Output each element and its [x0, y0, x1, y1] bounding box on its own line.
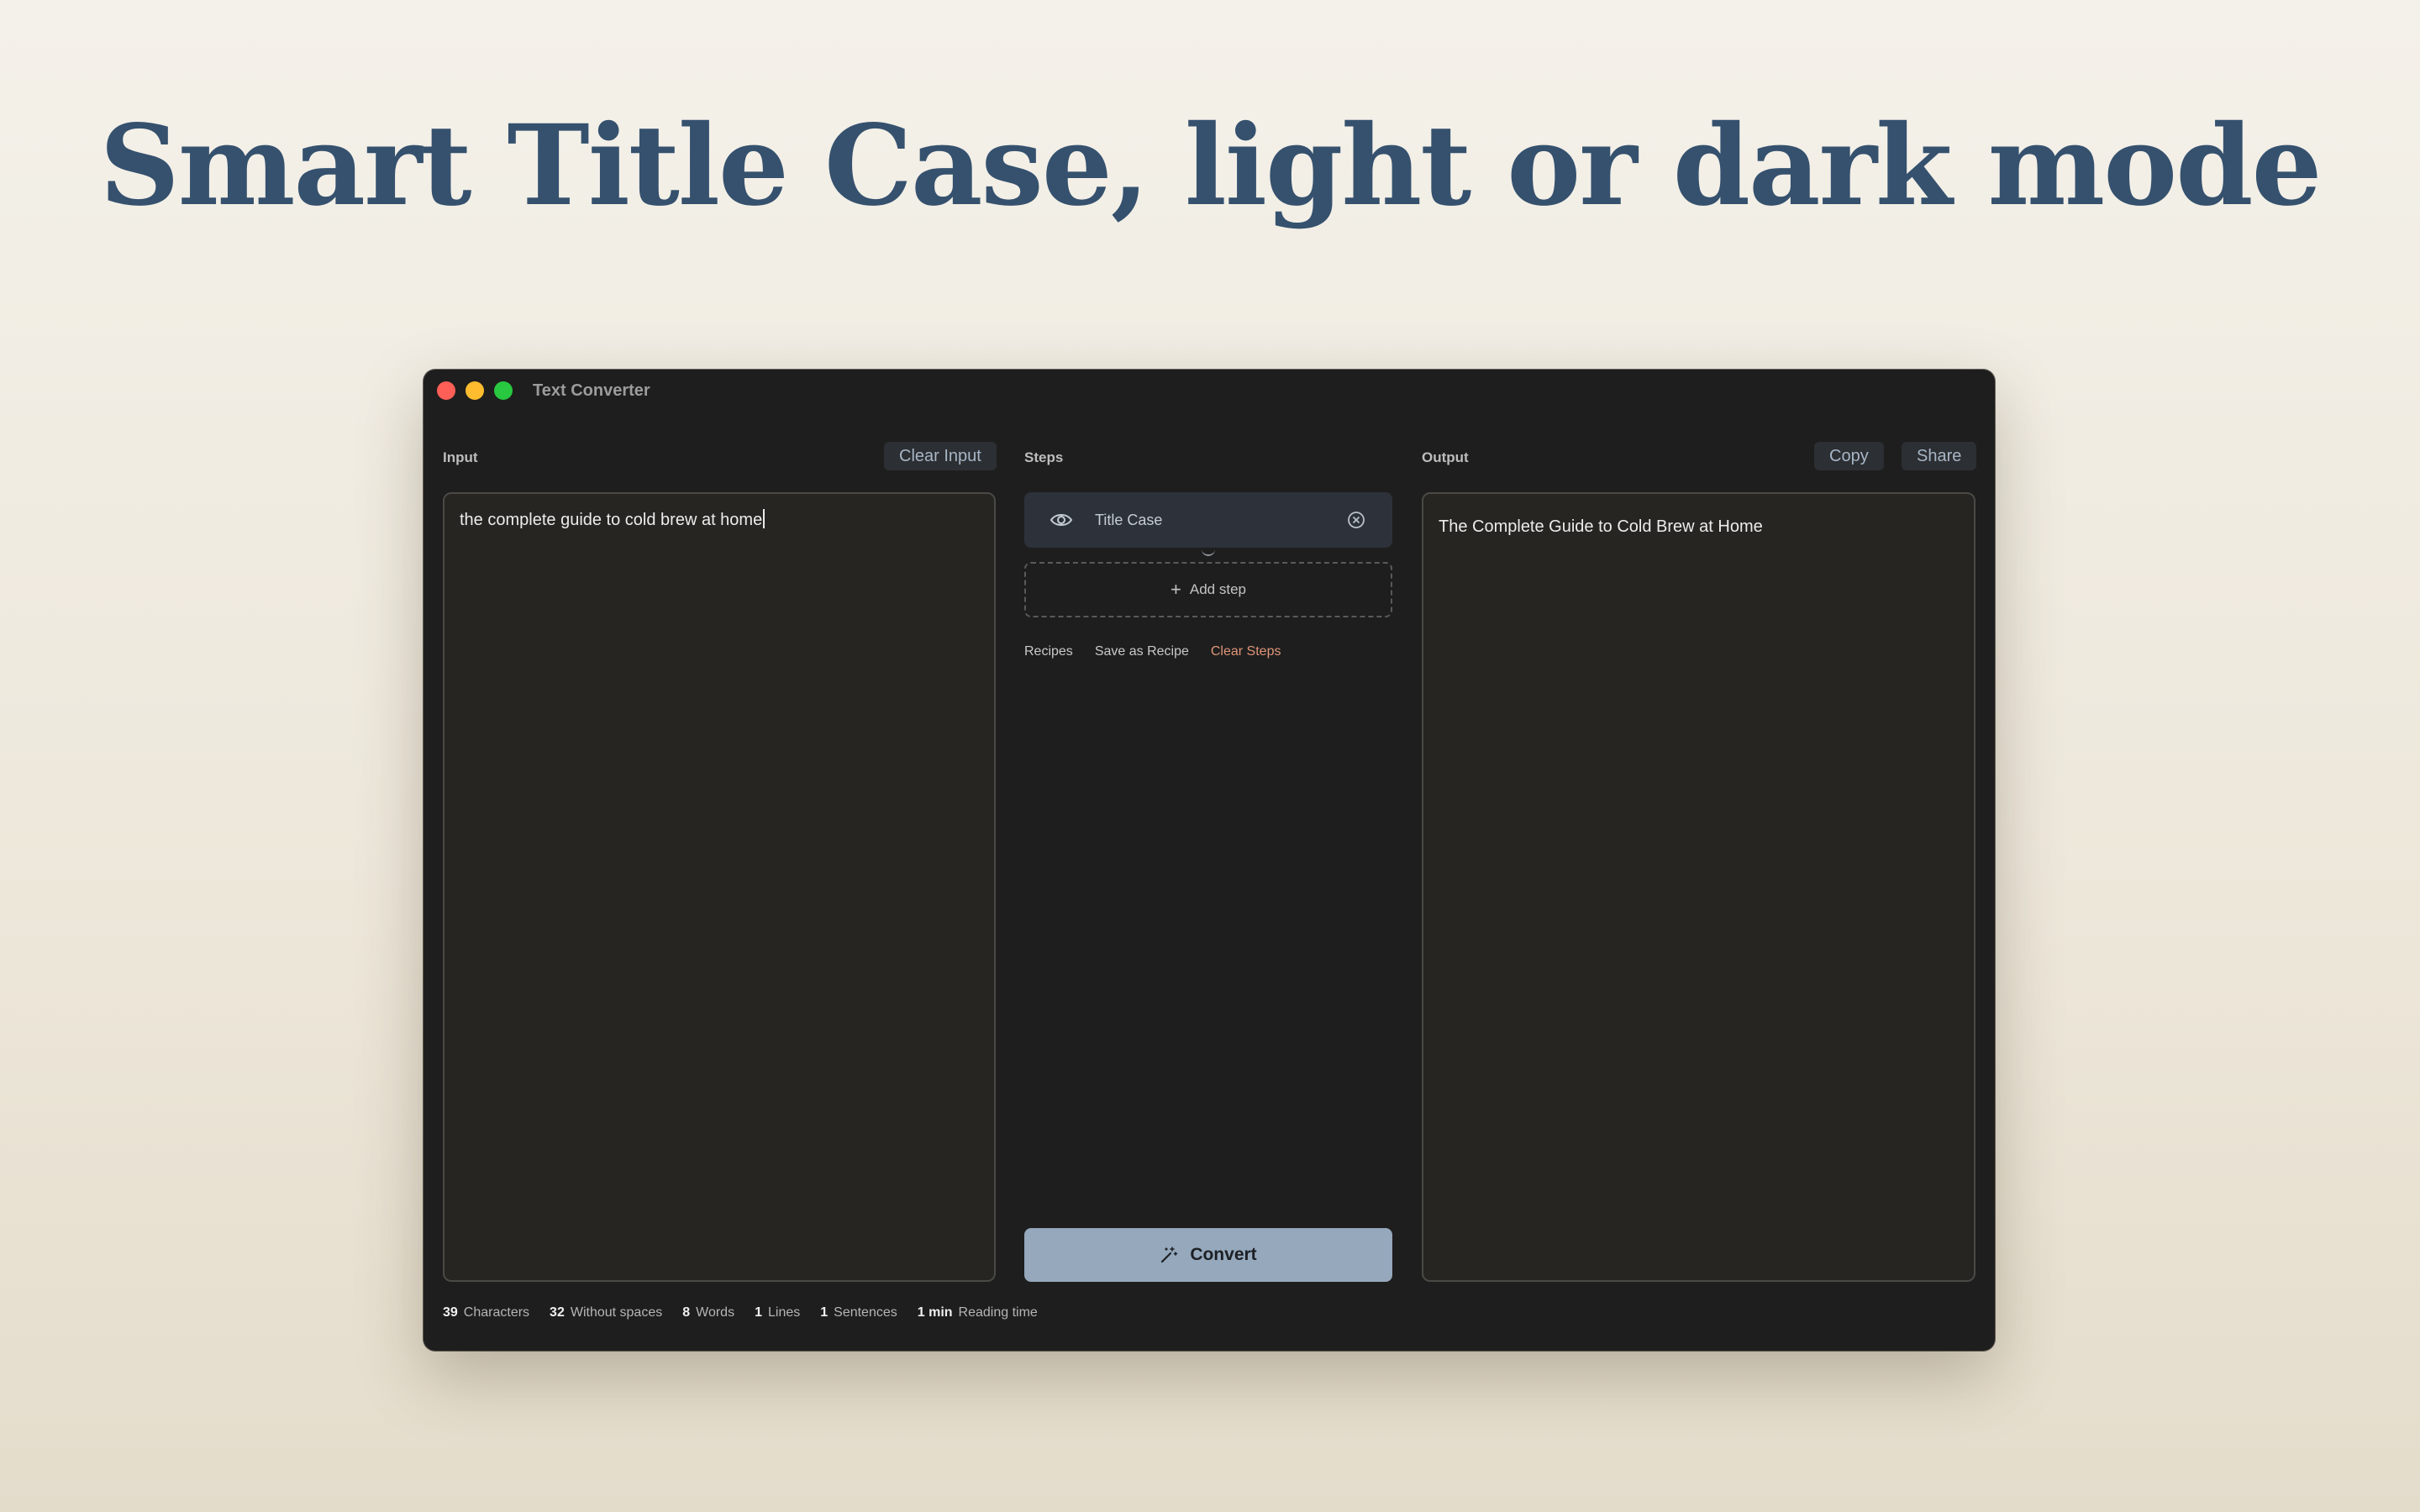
- magic-wand-icon: [1160, 1246, 1178, 1264]
- title-bar: Text Converter: [424, 370, 1995, 412]
- output-label: Output: [1422, 449, 1469, 465]
- window-title: Text Converter: [533, 381, 650, 400]
- text-caret: [763, 509, 765, 528]
- app-window: Text Converter Input Clear Input the com…: [424, 370, 1995, 1351]
- stat-value: 1: [755, 1305, 762, 1320]
- stat-value: 32: [550, 1305, 565, 1320]
- stat-label: Reading time: [958, 1305, 1038, 1320]
- convert-button[interactable]: Convert: [1024, 1228, 1392, 1282]
- stat-lines: 1 Lines: [755, 1305, 800, 1320]
- zoom-window-button[interactable]: [494, 381, 513, 400]
- share-button[interactable]: Share: [1902, 442, 1977, 470]
- stat-label: Words: [696, 1305, 735, 1320]
- step-item-title-case[interactable]: Title Case: [1024, 492, 1392, 548]
- window-controls: [437, 381, 513, 400]
- steps-label: Steps: [1024, 449, 1064, 465]
- close-window-button[interactable]: [437, 381, 455, 400]
- stat-label: Without spaces: [570, 1305, 663, 1320]
- output-text: The Complete Guide to Cold Brew at Home: [1439, 517, 1763, 536]
- add-step-label: Add step: [1189, 581, 1246, 597]
- steps-links: Recipes Save as Recipe Clear Steps: [1024, 644, 1281, 659]
- stat-words: 8 Words: [682, 1305, 734, 1320]
- convert-label: Convert: [1190, 1245, 1257, 1264]
- text-stats-bar: 39 Characters 32 Without spaces 8 Words 1 Li…: [443, 1305, 1058, 1320]
- input-textarea[interactable]: the complete guide to cold brew at home: [443, 492, 996, 1282]
- stat-value: 39: [443, 1305, 458, 1320]
- stat-without-spaces: 32 Without spaces: [550, 1305, 662, 1320]
- close-circle-icon[interactable]: [1347, 511, 1365, 529]
- stat-value: 8: [682, 1305, 691, 1320]
- copy-button[interactable]: Copy: [1814, 442, 1884, 470]
- stat-label: Lines: [767, 1305, 801, 1320]
- plus-icon: +: [1171, 579, 1181, 600]
- step-label: Title Case: [1095, 511, 1163, 528]
- input-text: the complete guide to cold brew at home: [460, 511, 763, 529]
- stat-label: Sentences: [834, 1305, 897, 1320]
- clear-input-button[interactable]: Clear Input: [884, 442, 997, 470]
- input-label: Input: [443, 449, 478, 465]
- stat-reading-time: 1 min Reading time: [918, 1305, 1038, 1320]
- save-as-recipe-link[interactable]: Save as Recipe: [1095, 644, 1189, 659]
- stat-characters: 39 Characters: [443, 1305, 529, 1320]
- clear-steps-link[interactable]: Clear Steps: [1211, 644, 1281, 659]
- minimize-window-button[interactable]: [466, 381, 484, 400]
- stat-value: 1: [820, 1305, 829, 1320]
- stat-label: Characters: [463, 1305, 530, 1320]
- recipes-link[interactable]: Recipes: [1024, 644, 1073, 659]
- output-textarea[interactable]: The Complete Guide to Cold Brew at Home: [1422, 492, 1975, 1282]
- stat-value: 1 min: [917, 1305, 953, 1320]
- eye-icon[interactable]: [1050, 512, 1073, 528]
- step-connector: [1202, 548, 1215, 556]
- add-step-button[interactable]: + Add step: [1024, 562, 1392, 617]
- page-headline: Smart Title Case, light or dark mode: [99, 101, 2322, 231]
- stat-sentences: 1 Sentences: [820, 1305, 897, 1320]
